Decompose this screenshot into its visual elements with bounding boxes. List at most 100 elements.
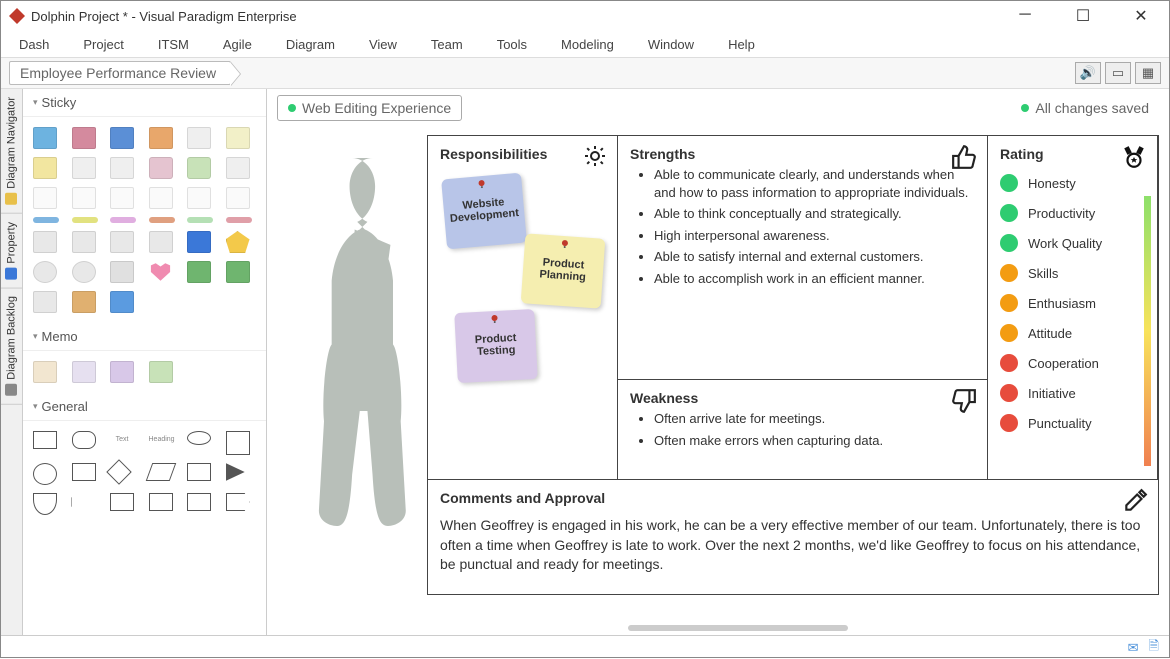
general-card[interactable]	[187, 493, 211, 511]
palette-strip-item[interactable]	[72, 217, 98, 223]
rating-item-icon	[1000, 264, 1018, 282]
notes-icon[interactable]: 🗎	[1149, 637, 1159, 659]
palette-section-general[interactable]: General	[23, 393, 266, 421]
menu-tools[interactable]: Tools	[497, 37, 527, 52]
general-triangle[interactable]	[226, 463, 250, 481]
palette-sticky-item[interactable]	[187, 187, 211, 209]
palette-shape-item[interactable]	[33, 231, 57, 253]
maximize-button[interactable]: ☐	[1063, 6, 1103, 26]
palette-sticky-item[interactable]	[187, 127, 211, 149]
palette-sticky-item[interactable]	[33, 187, 57, 209]
general-parallelogram[interactable]	[145, 463, 176, 481]
toolbar-announce-button[interactable]: 🔊	[1075, 62, 1101, 84]
horizontal-scrollbar[interactable]	[628, 625, 848, 631]
menu-diagram[interactable]: Diagram	[286, 37, 335, 52]
rating-item: Initiative	[1000, 384, 1145, 402]
menu-window[interactable]: Window	[648, 37, 694, 52]
palette-strip-item[interactable]	[226, 217, 252, 223]
menu-agile[interactable]: Agile	[223, 37, 252, 52]
palette-sticky-item[interactable]	[187, 157, 211, 179]
general-square[interactable]	[226, 431, 250, 455]
palette-shape-item[interactable]	[110, 261, 134, 283]
general-rect[interactable]	[187, 463, 211, 481]
menu-dash[interactable]: Dash	[19, 37, 49, 52]
palette-sticky-item[interactable]	[110, 187, 134, 209]
menu-project[interactable]: Project	[83, 37, 123, 52]
palette-thumb-item[interactable]	[110, 291, 134, 313]
palette-memo-item[interactable]	[110, 361, 134, 383]
breadcrumb[interactable]: Employee Performance Review	[9, 61, 231, 85]
palette-memo-item[interactable]	[149, 361, 173, 383]
general-card[interactable]	[110, 493, 134, 511]
general-card[interactable]	[149, 493, 173, 511]
palette-sticky-item[interactable]	[33, 127, 57, 149]
palette-sticky-item[interactable]	[72, 187, 96, 209]
general-heading-icon[interactable]: Heading	[149, 431, 173, 449]
general-circle[interactable]	[33, 463, 57, 485]
palette-sticky-item[interactable]	[149, 157, 173, 179]
general-diamond[interactable]	[106, 459, 131, 484]
menu-itsm[interactable]: ITSM	[158, 37, 189, 52]
palette-memo-item[interactable]	[72, 361, 96, 383]
sticky-note[interactable]: Product Testing	[454, 309, 538, 383]
palette-sticky-item[interactable]	[149, 127, 173, 149]
palette-strip-item[interactable]	[149, 217, 175, 223]
rating-item: Skills	[1000, 264, 1145, 282]
palette-shape-item[interactable]	[149, 231, 173, 253]
minimize-button[interactable]: ─	[1005, 6, 1045, 26]
palette-shape-item[interactable]	[72, 261, 96, 283]
tab-diagram-navigator[interactable]: Diagram Navigator	[1, 89, 22, 214]
palette-sticky-item[interactable]	[72, 127, 96, 149]
palette-shape-item[interactable]	[187, 261, 211, 283]
palette-sticky-item[interactable]	[33, 157, 57, 179]
diagram-canvas[interactable]: Web Editing Experience All changes saved…	[267, 89, 1169, 635]
palette-strip-item[interactable]	[187, 217, 213, 223]
general-rect[interactable]	[33, 431, 57, 449]
palette-sticky-item[interactable]	[110, 127, 134, 149]
palette-sticky-item[interactable]	[149, 187, 173, 209]
status-chip-left[interactable]: Web Editing Experience	[277, 95, 462, 121]
tab-diagram-backlog[interactable]: Diagram Backlog	[1, 288, 22, 405]
palette-sticky-item[interactable]	[226, 157, 250, 179]
palette-sticky-item[interactable]	[226, 127, 250, 149]
menu-modeling[interactable]: Modeling	[561, 37, 614, 52]
palette-section-memo[interactable]: Memo	[23, 323, 266, 351]
edit-icon[interactable]	[1122, 488, 1148, 517]
menu-view[interactable]: View	[369, 37, 397, 52]
palette-shape-item[interactable]	[226, 261, 250, 283]
palette-shape-item[interactable]	[33, 291, 57, 313]
palette-sticky-item[interactable]	[226, 187, 250, 209]
close-button[interactable]: ✕	[1121, 6, 1161, 26]
palette-memo-item[interactable]	[33, 361, 57, 383]
palette-section-sticky[interactable]: Sticky	[23, 89, 266, 117]
sticky-note[interactable]: Website Development	[441, 173, 527, 250]
general-arrow[interactable]	[226, 493, 250, 511]
palette-shape-item[interactable]	[33, 261, 57, 283]
palette-strip-item[interactable]	[110, 217, 136, 223]
menu-team[interactable]: Team	[431, 37, 463, 52]
sticky-note[interactable]: Product Planning	[521, 233, 606, 308]
palette-shape-item[interactable]	[72, 231, 96, 253]
palette-shape-item[interactable]	[226, 231, 250, 253]
palette-shape-item[interactable]	[187, 231, 211, 253]
mail-icon[interactable]: ✉	[1128, 640, 1139, 656]
general-cylinder[interactable]	[33, 493, 57, 515]
palette-shape-item[interactable]	[110, 231, 134, 253]
tab-property[interactable]: Property	[1, 214, 22, 289]
palette-sticky-item[interactable]	[72, 157, 96, 179]
rating-item-label: Punctuality	[1028, 416, 1092, 431]
palette-shape-item[interactable]	[72, 291, 96, 313]
palette-sticky-item[interactable]	[110, 157, 134, 179]
general-text-icon[interactable]: Text	[110, 431, 134, 449]
toolbar-new-button[interactable]: ▦	[1135, 62, 1161, 84]
general-oval[interactable]	[187, 431, 211, 445]
responsibilities-title: Responsibilities	[440, 146, 547, 162]
menu-help[interactable]: Help	[728, 37, 755, 52]
general-octagon[interactable]	[72, 493, 96, 511]
toolbar-layout-button[interactable]: ▭	[1105, 62, 1131, 84]
palette-strip-item[interactable]	[33, 217, 59, 223]
rating-color-scale	[1144, 196, 1151, 466]
general-roundrect[interactable]	[72, 431, 96, 449]
palette-heart-item[interactable]	[149, 261, 173, 283]
general-rect[interactable]	[72, 463, 96, 481]
